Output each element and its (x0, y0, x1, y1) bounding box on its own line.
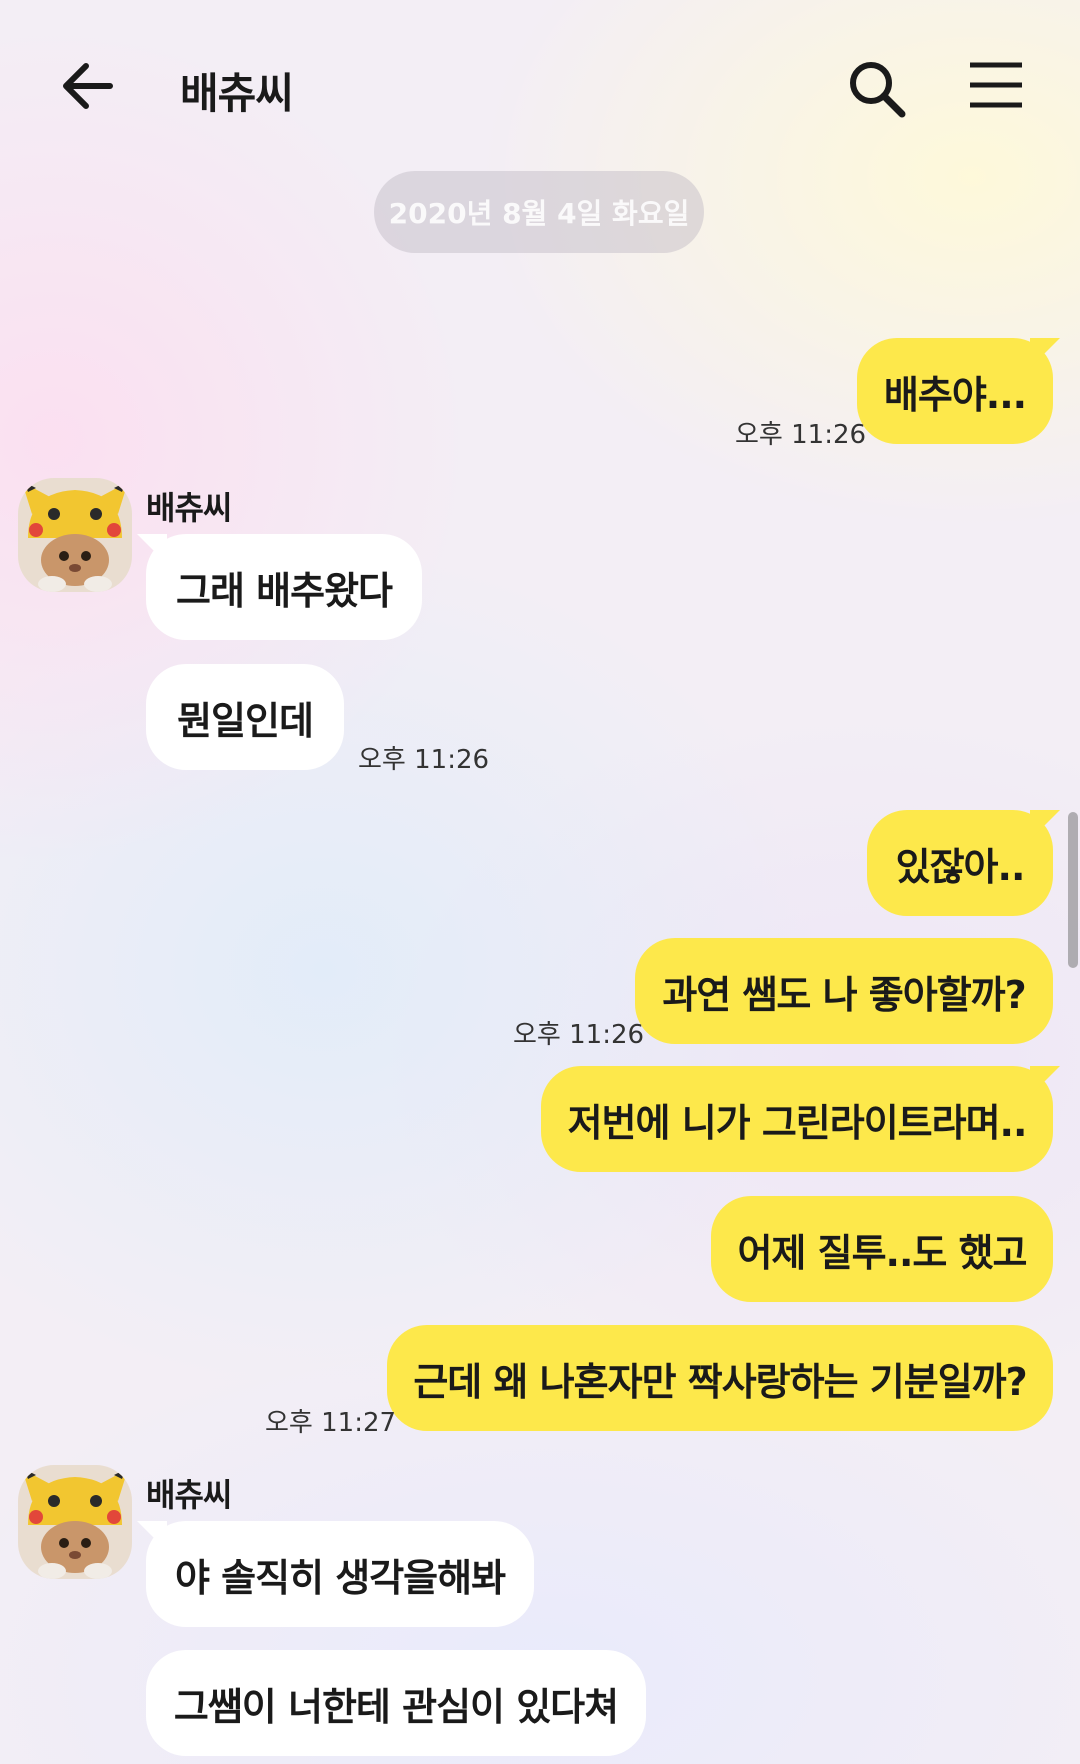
arrow-left-icon (63, 63, 113, 109)
other-message-bubble[interactable]: 뭔일인데 (146, 664, 344, 770)
message-time: 오후 11:27 (265, 1408, 397, 1438)
search-button[interactable] (846, 58, 908, 120)
message-text: 어제 질투..도 했고 (737, 1230, 1027, 1275)
message-time: 오후 11:26 (358, 745, 490, 775)
message-text: 그쌤이 너한테 관심이 있다쳐 (173, 1684, 619, 1729)
back-button[interactable] (58, 56, 118, 116)
message-time: 오후 11:26 (735, 420, 867, 450)
message-text: 근데 왜 나혼자만 짝사랑하는 기분일까? (413, 1359, 1027, 1404)
other-message-bubble[interactable]: 그래 배추왔다 (146, 534, 422, 640)
avatar[interactable] (18, 478, 132, 592)
message-text: 뭔일인데 (177, 698, 314, 743)
my-message-bubble[interactable]: 있잖아.. (867, 810, 1053, 916)
cat-pikachu-avatar-icon (18, 478, 132, 592)
message-text: 야 솔직히 생각을해봐 (174, 1555, 506, 1600)
sender-name: 배츄씨 (146, 489, 232, 527)
message-text: 그래 배추왔다 (176, 568, 393, 613)
scrollbar-thumb[interactable] (1068, 812, 1078, 968)
my-message-bubble[interactable]: 배추야... (857, 338, 1053, 444)
my-message-bubble[interactable]: 저번에 니가 그린라이트라며.. (541, 1066, 1053, 1172)
hamburger-menu-icon (970, 62, 1022, 108)
message-text: 배추야... (883, 372, 1027, 417)
message-time: 오후 11:26 (513, 1020, 645, 1050)
cat-pikachu-avatar-icon (18, 1465, 132, 1579)
search-icon (850, 62, 906, 118)
message-text: 있잖아.. (895, 844, 1026, 889)
date-divider: 2020년 8월 4일 화요일 (374, 171, 704, 253)
chat-header: 배츄씨 (0, 0, 1080, 170)
message-text: 과연 쌤도 나 좋아할까? (662, 972, 1026, 1017)
my-message-bubble[interactable]: 근데 왜 나혼자만 짝사랑하는 기분일까? (387, 1325, 1053, 1431)
sender-name: 배츄씨 (146, 1476, 232, 1514)
my-message-bubble[interactable]: 어제 질투..도 했고 (711, 1196, 1053, 1302)
avatar[interactable] (18, 1465, 132, 1579)
other-message-bubble[interactable]: 야 솔직히 생각을해봐 (146, 1521, 534, 1627)
message-text: 저번에 니가 그린라이트라며.. (567, 1100, 1028, 1145)
my-message-bubble[interactable]: 과연 쌤도 나 좋아할까? (635, 938, 1053, 1044)
other-message-bubble[interactable]: 그쌤이 너한테 관심이 있다쳐 (146, 1650, 646, 1756)
menu-button[interactable] (968, 60, 1024, 110)
chat-title: 배츄씨 (180, 69, 294, 118)
